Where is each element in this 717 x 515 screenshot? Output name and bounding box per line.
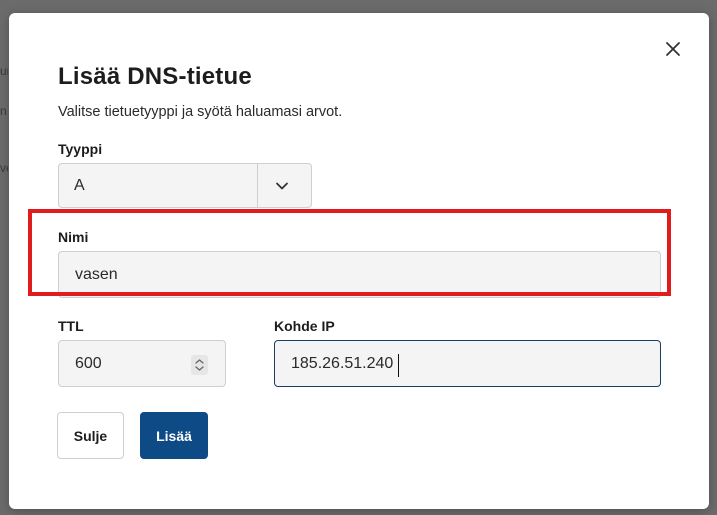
background-text: ur	[0, 64, 8, 78]
spinner-icon	[195, 359, 204, 371]
background-text: n	[0, 104, 7, 118]
target-ip-input[interactable]	[274, 340, 661, 387]
close-button[interactable]	[661, 37, 685, 61]
dialog-title: Lisää DNS-tietue	[58, 63, 252, 90]
target-ip-label: Kohde IP	[274, 318, 335, 334]
dialog-subtitle: Valitse tietuetyyppi ja syötä haluamasi …	[58, 104, 343, 120]
ttl-stepper[interactable]	[191, 355, 208, 375]
ttl-label: TTL	[58, 318, 84, 334]
chevron-down-icon	[276, 182, 288, 190]
type-label: Tyyppi	[58, 141, 103, 157]
name-input[interactable]	[58, 251, 661, 298]
text-caret	[398, 354, 399, 377]
add-button[interactable]: Lisää	[140, 412, 208, 459]
select-divider	[257, 164, 258, 207]
cancel-button[interactable]: Sulje	[57, 412, 124, 459]
background-text: ve	[0, 161, 8, 175]
type-select[interactable]: A	[58, 163, 312, 208]
name-label: Nimi	[58, 229, 89, 245]
close-icon	[666, 42, 680, 56]
add-dns-record-dialog: Lisää DNS-tietue Valitse tietuetyyppi ja…	[9, 13, 709, 509]
type-select-value: A	[74, 177, 85, 194]
